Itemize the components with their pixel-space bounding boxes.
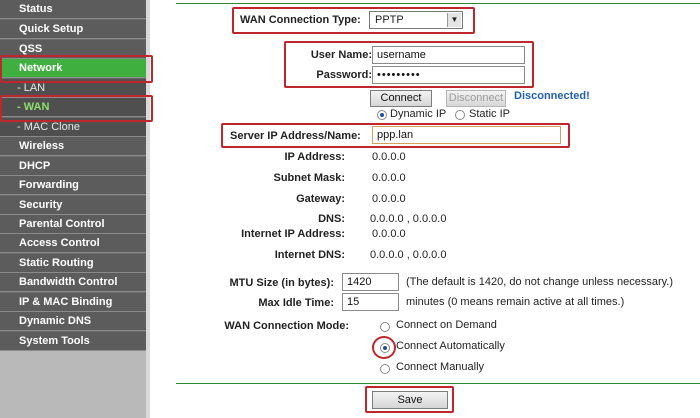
dynamic-ip-label: Dynamic IP bbox=[390, 108, 447, 120]
sidebar-item-security[interactable]: Security bbox=[0, 196, 146, 215]
mtu-input[interactable] bbox=[342, 273, 399, 291]
sidebar-item-access-control[interactable]: Access Control bbox=[0, 234, 146, 253]
sidebar-filler bbox=[0, 351, 146, 418]
bottom-separator bbox=[176, 383, 700, 384]
wan-type-label: WAN Connection Type: bbox=[240, 14, 361, 26]
highlight-wan bbox=[0, 95, 153, 122]
sidebar-item-ip-mac-binding[interactable]: IP & MAC Binding bbox=[0, 293, 146, 312]
subnet-mask-value: 0.0.0.0 bbox=[372, 172, 406, 184]
sidebar-item-dhcp[interactable]: DHCP bbox=[0, 157, 146, 176]
highlight-network bbox=[0, 55, 153, 83]
internet-dns-value: 0.0.0.0 , 0.0.0.0 bbox=[370, 249, 447, 261]
connect-manually-label: Connect Manually bbox=[396, 361, 485, 373]
connect-manually-radio[interactable] bbox=[380, 364, 390, 374]
server-input[interactable] bbox=[372, 126, 561, 144]
wan-type-value: PPTP bbox=[375, 14, 404, 26]
mtu-hint: (The default is 1420, do not change unle… bbox=[406, 276, 674, 288]
sidebar-item-dynamic-dns[interactable]: Dynamic DNS bbox=[0, 312, 146, 331]
connect-on-demand-radio[interactable] bbox=[380, 322, 390, 332]
top-separator bbox=[176, 3, 700, 4]
internet-dns-label: Internet DNS: bbox=[274, 249, 345, 261]
password-input[interactable] bbox=[372, 66, 525, 84]
sidebar-item-wireless[interactable]: Wireless bbox=[0, 137, 146, 156]
ip-address-label: IP Address: bbox=[284, 151, 345, 163]
save-button[interactable]: Save bbox=[372, 391, 448, 409]
idle-hint: minutes (0 means remain active at all ti… bbox=[406, 296, 625, 308]
connection-status: Disconnected! bbox=[514, 90, 590, 102]
gateway-label: Gateway: bbox=[296, 193, 345, 205]
subnet-mask-label: Subnet Mask: bbox=[273, 172, 345, 184]
connection-mode-label: WAN Connection Mode: bbox=[224, 320, 349, 332]
connect-automatically-label: Connect Automatically bbox=[396, 340, 505, 352]
idle-input[interactable] bbox=[342, 293, 399, 311]
chevron-down-icon: ▼ bbox=[447, 13, 461, 27]
sidebar-item-parental-control[interactable]: Parental Control bbox=[0, 215, 146, 234]
sidebar-item-forwarding[interactable]: Forwarding bbox=[0, 176, 146, 195]
server-label: Server IP Address/Name: bbox=[230, 130, 361, 142]
internet-ip-value: 0.0.0.0 bbox=[372, 228, 406, 240]
sidebar-item-bandwidth-control[interactable]: Bandwidth Control bbox=[0, 273, 146, 292]
connect-on-demand-label: Connect on Demand bbox=[396, 319, 497, 331]
wan-type-select[interactable]: PPTP ▼ bbox=[369, 11, 463, 29]
static-ip-radio[interactable] bbox=[455, 110, 465, 120]
dns-value: 0.0.0.0 , 0.0.0.0 bbox=[370, 213, 447, 225]
connect-automatically-radio[interactable] bbox=[380, 343, 390, 353]
disconnect-button[interactable]: Disconnect bbox=[446, 90, 506, 107]
dynamic-ip-radio[interactable] bbox=[377, 110, 387, 120]
static-ip-label: Static IP bbox=[469, 108, 510, 120]
connect-button[interactable]: Connect bbox=[370, 90, 432, 107]
username-input[interactable] bbox=[372, 46, 525, 64]
mtu-label: MTU Size (in bytes): bbox=[229, 277, 334, 289]
sidebar-item-status[interactable]: Status bbox=[0, 0, 146, 19]
sidebar-item-quick-setup[interactable]: Quick Setup bbox=[0, 20, 146, 39]
sidebar-item-system-tools[interactable]: System Tools bbox=[0, 332, 146, 351]
dns-label: DNS: bbox=[318, 213, 345, 225]
ip-address-value: 0.0.0.0 bbox=[372, 151, 406, 163]
password-label: Password: bbox=[316, 69, 372, 81]
sidebar-item-static-routing[interactable]: Static Routing bbox=[0, 254, 146, 273]
internet-ip-label: Internet IP Address: bbox=[241, 228, 345, 240]
username-label: User Name: bbox=[310, 49, 372, 61]
gateway-value: 0.0.0.0 bbox=[372, 193, 406, 205]
idle-label: Max Idle Time: bbox=[258, 297, 334, 309]
